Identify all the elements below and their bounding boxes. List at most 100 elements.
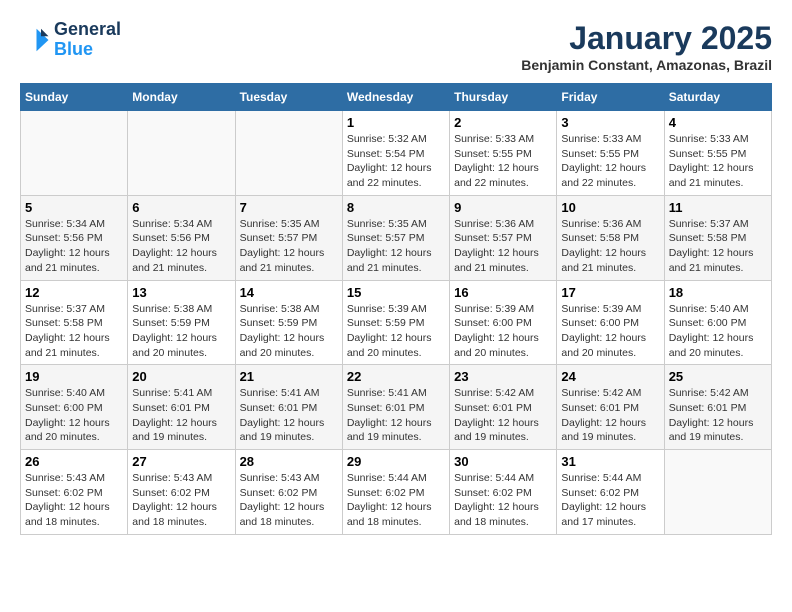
calendar-cell: 14Sunrise: 5:38 AM Sunset: 5:59 PM Dayli… xyxy=(235,280,342,365)
day-info: Sunrise: 5:37 AM Sunset: 5:58 PM Dayligh… xyxy=(25,302,123,361)
day-number: 21 xyxy=(240,369,338,384)
day-number: 5 xyxy=(25,200,123,215)
calendar-cell: 21 Sunrise: 5:41 AM Sunset: 6:01 PM Dayli… xyxy=(235,365,342,450)
day-number: 28 xyxy=(240,454,338,469)
day-number: 4 xyxy=(669,115,767,130)
day-info: Sunrise: 5:44 AM Sunset: 6:02 PM Dayligh… xyxy=(347,471,445,530)
day-number: 18 xyxy=(669,285,767,300)
day-header-monday: Monday xyxy=(128,84,235,111)
day-info: Sunrise: 5:33 AM Sunset: 5:55 PM Dayligh… xyxy=(561,132,659,191)
day-number: 23 xyxy=(454,369,552,384)
title-area: January 2025 Benjamin Constant, Amazonas… xyxy=(521,20,772,73)
calendar-week-row: 12 Sunrise: 5:37 AM Sunset: 5:58 PM Dayli… xyxy=(21,280,772,365)
day-info: Sunrise: 5:36 AM Sunset: 5:58 PM Dayligh… xyxy=(561,217,659,276)
location-subtitle: Benjamin Constant, Amazonas, Brazil xyxy=(521,57,772,73)
logo: General Blue xyxy=(20,20,121,60)
day-info: Sunrise: 5:35 AM Sunset: 5:57 PM Dayligh… xyxy=(347,217,445,276)
day-info: Sunrise: 5:36 AM Sunset: 5:57 PM Dayligh… xyxy=(454,217,552,276)
day-number: 29 xyxy=(347,454,445,469)
day-header-wednesday: Wednesday xyxy=(342,84,449,111)
day-info: Sunrise: 5:39 AM Sunset: 5:59 PM Dayligh… xyxy=(347,302,445,361)
calendar-cell: 20 Sunrise: 5:41 AM Sunset: 6:01 PM Dayli… xyxy=(128,365,235,450)
logo-text: General Blue xyxy=(54,20,121,60)
calendar-cell: 17 Sunrise: 5:39 AM Sunset: 6:00 PM Dayli… xyxy=(557,280,664,365)
day-info: Sunrise: 5:35 AM Sunset: 5:57 PM Dayligh… xyxy=(240,217,338,276)
day-info: Sunrise: 5:39 AM Sunset: 6:00 PM Dayligh… xyxy=(454,302,552,361)
day-info: Sunrise: 5:39 AM Sunset: 6:00 PM Dayligh… xyxy=(561,302,659,361)
calendar-cell: 7Sunrise: 5:35 AM Sunset: 5:57 PM Daylig… xyxy=(235,195,342,280)
day-number: 25 xyxy=(669,369,767,384)
day-info: Sunrise: 5:43 AM Sunset: 6:02 PM Dayligh… xyxy=(240,471,338,530)
calendar-cell: 15 Sunrise: 5:39 AM Sunset: 5:59 PM Dayli… xyxy=(342,280,449,365)
calendar-cell: 27 Sunrise: 5:43 AM Sunset: 6:02 PM Dayli… xyxy=(128,450,235,535)
calendar-cell: 22 Sunrise: 5:41 AM Sunset: 6:01 PM Dayli… xyxy=(342,365,449,450)
calendar-cell: 19Sunrise: 5:40 AM Sunset: 6:00 PM Dayli… xyxy=(21,365,128,450)
day-header-thursday: Thursday xyxy=(450,84,557,111)
day-number: 14 xyxy=(240,285,338,300)
day-info: Sunrise: 5:41 AM Sunset: 6:01 PM Dayligh… xyxy=(240,386,338,445)
calendar-week-row: 1 Sunrise: 5:32 AM Sunset: 5:54 PM Daylig… xyxy=(21,111,772,196)
day-number: 10 xyxy=(561,200,659,215)
day-info: Sunrise: 5:40 AM Sunset: 6:00 PM Dayligh… xyxy=(25,386,123,445)
day-info: Sunrise: 5:37 AM Sunset: 5:58 PM Dayligh… xyxy=(669,217,767,276)
day-number: 22 xyxy=(347,369,445,384)
day-number: 2 xyxy=(454,115,552,130)
day-number: 20 xyxy=(132,369,230,384)
calendar-cell: 29 Sunrise: 5:44 AM Sunset: 6:02 PM Dayli… xyxy=(342,450,449,535)
calendar-cell: 28 Sunrise: 5:43 AM Sunset: 6:02 PM Dayli… xyxy=(235,450,342,535)
calendar-cell xyxy=(21,111,128,196)
day-info: Sunrise: 5:38 AM Sunset: 5:59 PM Dayligh… xyxy=(132,302,230,361)
day-info: Sunrise: 5:42 AM Sunset: 6:01 PM Dayligh… xyxy=(669,386,767,445)
day-number: 31 xyxy=(561,454,659,469)
day-info: Sunrise: 5:33 AM Sunset: 5:55 PM Dayligh… xyxy=(669,132,767,191)
logo-icon xyxy=(20,25,50,55)
day-number: 27 xyxy=(132,454,230,469)
day-number: 15 xyxy=(347,285,445,300)
day-number: 8 xyxy=(347,200,445,215)
calendar-cell: 4 Sunrise: 5:33 AM Sunset: 5:55 PM Daylig… xyxy=(664,111,771,196)
day-number: 24 xyxy=(561,369,659,384)
day-number: 17 xyxy=(561,285,659,300)
calendar-cell: 24Sunrise: 5:42 AM Sunset: 6:01 PM Dayli… xyxy=(557,365,664,450)
day-info: Sunrise: 5:43 AM Sunset: 6:02 PM Dayligh… xyxy=(25,471,123,530)
day-info: Sunrise: 5:42 AM Sunset: 6:01 PM Dayligh… xyxy=(454,386,552,445)
day-info: Sunrise: 5:43 AM Sunset: 6:02 PM Dayligh… xyxy=(132,471,230,530)
day-info: Sunrise: 5:40 AM Sunset: 6:00 PM Dayligh… xyxy=(669,302,767,361)
day-info: Sunrise: 5:41 AM Sunset: 6:01 PM Dayligh… xyxy=(347,386,445,445)
calendar-cell: 8 Sunrise: 5:35 AM Sunset: 5:57 PM Daylig… xyxy=(342,195,449,280)
day-header-tuesday: Tuesday xyxy=(235,84,342,111)
day-number: 12 xyxy=(25,285,123,300)
day-number: 30 xyxy=(454,454,552,469)
calendar-cell: 13 Sunrise: 5:38 AM Sunset: 5:59 PM Dayli… xyxy=(128,280,235,365)
calendar-week-row: 19Sunrise: 5:40 AM Sunset: 6:00 PM Dayli… xyxy=(21,365,772,450)
calendar-cell: 31Sunrise: 5:44 AM Sunset: 6:02 PM Dayli… xyxy=(557,450,664,535)
calendar-cell: 23 Sunrise: 5:42 AM Sunset: 6:01 PM Dayli… xyxy=(450,365,557,450)
calendar-cell: 6 Sunrise: 5:34 AM Sunset: 5:56 PM Daylig… xyxy=(128,195,235,280)
day-number: 26 xyxy=(25,454,123,469)
calendar-cell: 26 Sunrise: 5:43 AM Sunset: 6:02 PM Dayli… xyxy=(21,450,128,535)
month-title: January 2025 xyxy=(521,20,772,57)
day-number: 13 xyxy=(132,285,230,300)
calendar-cell: 16 Sunrise: 5:39 AM Sunset: 6:00 PM Dayli… xyxy=(450,280,557,365)
calendar-cell: 11Sunrise: 5:37 AM Sunset: 5:58 PM Dayli… xyxy=(664,195,771,280)
calendar-header-row: SundayMondayTuesdayWednesdayThursdayFrid… xyxy=(21,84,772,111)
calendar-cell xyxy=(128,111,235,196)
day-info: Sunrise: 5:44 AM Sunset: 6:02 PM Dayligh… xyxy=(454,471,552,530)
day-header-sunday: Sunday xyxy=(21,84,128,111)
day-number: 1 xyxy=(347,115,445,130)
day-number: 3 xyxy=(561,115,659,130)
day-number: 6 xyxy=(132,200,230,215)
page-header: General Blue January 2025 Benjamin Const… xyxy=(20,20,772,73)
day-header-saturday: Saturday xyxy=(664,84,771,111)
day-info: Sunrise: 5:33 AM Sunset: 5:55 PM Dayligh… xyxy=(454,132,552,191)
day-info: Sunrise: 5:34 AM Sunset: 5:56 PM Dayligh… xyxy=(132,217,230,276)
day-number: 16 xyxy=(454,285,552,300)
calendar-cell: 12 Sunrise: 5:37 AM Sunset: 5:58 PM Dayli… xyxy=(21,280,128,365)
day-info: Sunrise: 5:34 AM Sunset: 5:56 PM Dayligh… xyxy=(25,217,123,276)
day-info: Sunrise: 5:41 AM Sunset: 6:01 PM Dayligh… xyxy=(132,386,230,445)
calendar-week-row: 5 Sunrise: 5:34 AM Sunset: 5:56 PM Daylig… xyxy=(21,195,772,280)
day-header-friday: Friday xyxy=(557,84,664,111)
calendar-cell: 5 Sunrise: 5:34 AM Sunset: 5:56 PM Daylig… xyxy=(21,195,128,280)
calendar-cell: 30 Sunrise: 5:44 AM Sunset: 6:02 PM Dayli… xyxy=(450,450,557,535)
day-info: Sunrise: 5:32 AM Sunset: 5:54 PM Dayligh… xyxy=(347,132,445,191)
